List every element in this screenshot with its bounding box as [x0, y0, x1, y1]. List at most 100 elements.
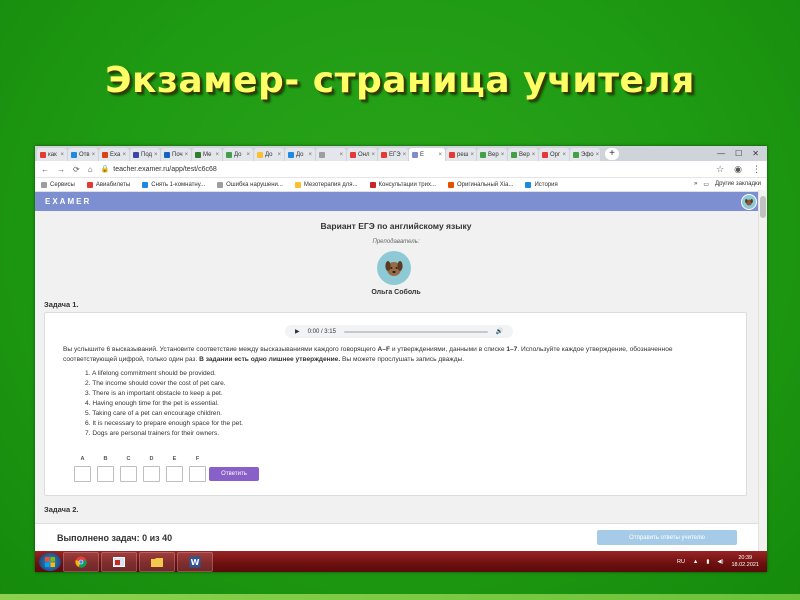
- taskbar-explorer[interactable]: [139, 551, 175, 572]
- bookmark-item[interactable]: Консультации трих...: [369, 181, 436, 188]
- bookmark-item[interactable]: Сервисы: [41, 181, 75, 188]
- user-avatar[interactable]: [741, 193, 757, 210]
- browser-tab-label: Под: [141, 151, 153, 158]
- menu-icon[interactable]: ⋮: [752, 164, 761, 175]
- browser-tab[interactable]: как ×: [37, 148, 67, 161]
- dog-icon: [385, 261, 403, 276]
- instructions-text: и утверждениями, данными в списке: [389, 346, 507, 353]
- bookmark-label: Ошибка нарушени...: [226, 181, 283, 188]
- send-answers-button[interactable]: Отправить ответы учителю: [597, 530, 737, 545]
- instructions-text: Вы услышите 6 высказываний. Установите с…: [63, 346, 378, 353]
- close-tab-icon[interactable]: ×: [438, 152, 442, 158]
- network-icon[interactable]: ▮: [706, 559, 709, 565]
- close-tab-icon[interactable]: ×: [60, 152, 64, 158]
- close-tab-icon[interactable]: ×: [185, 152, 189, 158]
- close-tab-icon[interactable]: ×: [92, 152, 96, 158]
- bookmark-item[interactable]: Мезотерапия для...: [294, 181, 358, 188]
- home-icon[interactable]: ⌂: [88, 165, 93, 174]
- close-tab-icon[interactable]: ×: [308, 152, 312, 158]
- browser-tab[interactable]: Эфо ×: [570, 148, 600, 161]
- browser-tab[interactable]: Вер ×: [508, 148, 538, 161]
- close-tab-icon[interactable]: ×: [501, 152, 505, 158]
- browser-tab[interactable]: До ×: [285, 148, 315, 161]
- browser-tab-label: Онл: [358, 151, 370, 158]
- forward-icon[interactable]: →: [57, 165, 65, 174]
- browser-tab[interactable]: Отв ×: [68, 148, 98, 161]
- bookmark-item[interactable]: Ошибка нарушени...: [217, 181, 283, 188]
- star-icon[interactable]: ☆: [716, 164, 724, 175]
- close-tab-icon[interactable]: ×: [471, 152, 475, 158]
- answer-input-d[interactable]: [143, 466, 160, 482]
- taskbar-word[interactable]: W: [177, 551, 213, 572]
- back-icon[interactable]: ←: [41, 165, 49, 174]
- bookmark-item[interactable]: Авиабилеты: [86, 181, 130, 188]
- browser-tab-label: До: [265, 151, 273, 158]
- close-tab-icon[interactable]: ×: [277, 152, 281, 158]
- bookmark-item[interactable]: Снять 1-комнатну...: [142, 181, 205, 188]
- browser-tab[interactable]: Вер ×: [477, 148, 507, 161]
- close-tab-icon[interactable]: ×: [403, 152, 407, 158]
- taskbar-app[interactable]: [101, 551, 137, 572]
- answer-button[interactable]: Ответить: [209, 467, 259, 481]
- taskbar-chrome[interactable]: [63, 551, 99, 572]
- instructions-bold: В задании есть одно лишнее утверждение.: [199, 355, 341, 363]
- browser-tab[interactable]: Под ×: [130, 148, 160, 161]
- start-button[interactable]: [39, 552, 61, 571]
- scrollbar-thumb[interactable]: [760, 196, 766, 218]
- test-title: Вариант ЕГЭ по английскому языку: [320, 221, 472, 231]
- audio-progress-track[interactable]: [343, 330, 488, 333]
- tray-arrow-icon[interactable]: ▲: [693, 559, 698, 565]
- bookmark-item[interactable]: Оригинальный Хіа...: [447, 181, 513, 188]
- examer-logo[interactable]: EXAMER: [45, 197, 91, 206]
- volume-icon[interactable]: 🔊: [496, 328, 503, 335]
- answer-input-c[interactable]: [120, 466, 137, 482]
- audio-player[interactable]: ▶ 0:00 / 3:15 🔊: [285, 325, 513, 338]
- close-tab-icon[interactable]: ×: [154, 152, 158, 158]
- browser-tab[interactable]: ×: [316, 148, 346, 161]
- browser-tab[interactable]: Онл ×: [347, 148, 377, 161]
- minimize-icon[interactable]: —: [717, 149, 725, 158]
- statement-item: 2. The income should cover the cost of p…: [85, 380, 226, 387]
- browser-tab[interactable]: Поч ×: [161, 148, 191, 161]
- close-tab-icon[interactable]: ×: [562, 152, 566, 158]
- browser-tab[interactable]: До ×: [254, 148, 284, 161]
- answer-input-f[interactable]: [189, 466, 206, 482]
- maximize-icon[interactable]: ☐: [735, 149, 742, 158]
- browser-tab[interactable]: ЕГЭ ×: [378, 148, 408, 161]
- browser-tab[interactable]: Ме ×: [192, 148, 222, 161]
- book-icon: [288, 151, 294, 158]
- close-tab-icon[interactable]: ×: [596, 152, 600, 158]
- reload-icon[interactable]: ⟳: [73, 165, 80, 174]
- play-icon[interactable]: ▶: [295, 328, 300, 335]
- sound-icon[interactable]: ◀): [717, 559, 723, 565]
- page-scrollbar[interactable]: [758, 190, 767, 551]
- close-tab-icon[interactable]: ×: [339, 152, 343, 158]
- close-tab-icon[interactable]: ×: [371, 152, 375, 158]
- answer-input-b[interactable]: [97, 466, 114, 482]
- close-tab-icon[interactable]: ×: [246, 152, 250, 158]
- other-bookmarks[interactable]: » ▭ Другие закладки: [694, 181, 761, 188]
- answer-input-e[interactable]: [166, 466, 183, 482]
- close-tab-icon[interactable]: ×: [215, 152, 219, 158]
- browser-tab-label: До: [234, 151, 242, 158]
- answer-input-a[interactable]: [74, 466, 91, 482]
- browser-tab[interactable]: реш ×: [446, 148, 476, 161]
- browser-tab[interactable]: Exa ×: [99, 148, 129, 161]
- flag-icon: [133, 151, 139, 158]
- url-field[interactable]: 🔒 teacher.examer.ru/app/test/c6c68: [101, 165, 709, 174]
- close-tab-icon[interactable]: ×: [122, 152, 126, 158]
- browser-tab-label: До: [296, 151, 304, 158]
- browser-tab[interactable]: E ×: [409, 148, 445, 161]
- close-tab-icon[interactable]: ×: [532, 152, 536, 158]
- new-tab-button[interactable]: +: [605, 148, 619, 160]
- bookmark-item[interactable]: История: [525, 181, 558, 188]
- dog-icon: [745, 198, 753, 205]
- language-indicator[interactable]: RU: [677, 559, 685, 565]
- browser-tab[interactable]: Орг ×: [539, 148, 569, 161]
- check-icon: [226, 151, 232, 158]
- browser-tab[interactable]: До ×: [223, 148, 253, 161]
- task-2-label: Задача 2.: [44, 505, 79, 514]
- account-icon[interactable]: ◉: [734, 164, 742, 175]
- close-icon[interactable]: ✕: [752, 149, 759, 158]
- clock[interactable]: 20:39 18.02.2021: [731, 555, 759, 569]
